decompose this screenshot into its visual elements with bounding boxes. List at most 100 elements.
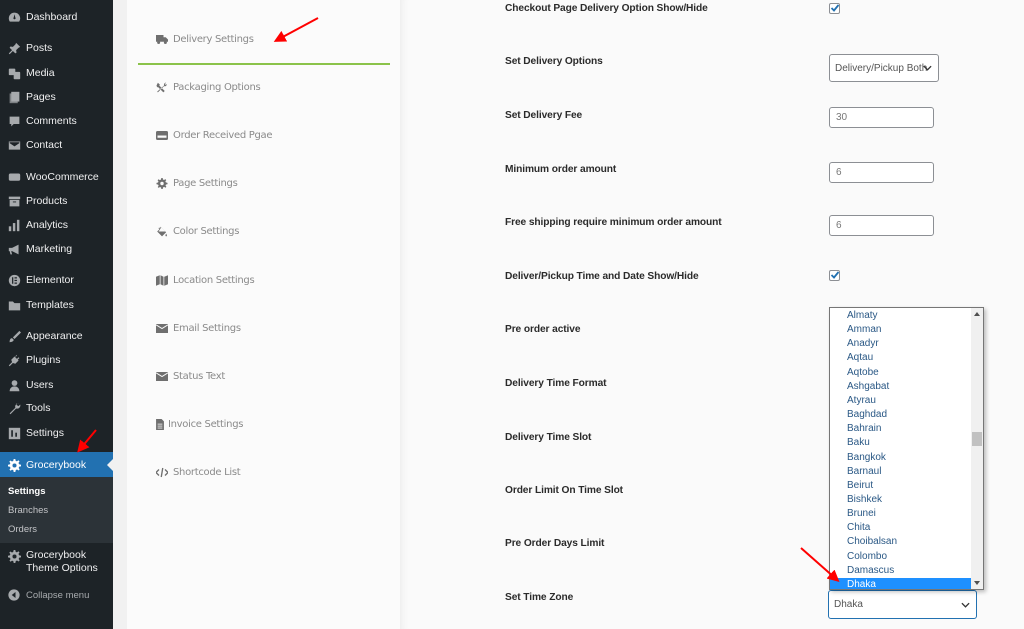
menu-item-marketing[interactable]: Marketing	[0, 237, 113, 261]
time-date-show-hide-checkbox[interactable]	[829, 270, 840, 281]
nav-item-status-text[interactable]: Status Text	[155, 371, 225, 382]
paint-bucket-icon	[155, 226, 169, 237]
file-icon	[155, 419, 164, 430]
time-zone-option[interactable]: Bishkek	[830, 493, 972, 507]
menu-item-elementor[interactable]: Elementor	[0, 268, 113, 292]
time-zone-option[interactable]: Damascus	[830, 564, 972, 578]
label-pre-order-days-limit: Pre Order Days Limit	[505, 538, 605, 549]
time-zone-option[interactable]: Aqtau	[830, 351, 972, 365]
menu-label: Comments	[26, 115, 77, 127]
bar-chart-icon	[0, 219, 26, 232]
time-zone-option[interactable]: Colombo	[830, 550, 972, 564]
time-zone-option[interactable]: Chita	[830, 521, 972, 535]
woocommerce-icon	[0, 171, 26, 184]
delivery-fee-input[interactable]: 30	[829, 107, 934, 128]
time-zone-option[interactable]: Aqtobe	[830, 366, 972, 380]
time-zone-option[interactable]: Baghdad	[830, 408, 972, 422]
nav-label: Order Received Pgae	[173, 130, 273, 141]
time-zone-option[interactable]: Bangkok	[830, 451, 972, 465]
nav-item-invoice-settings[interactable]: Invoice Settings	[155, 419, 243, 430]
menu-item-templates[interactable]: Templates	[0, 293, 113, 317]
nav-item-color-settings[interactable]: Color Settings	[155, 226, 239, 237]
collapse-menu-button[interactable]: Collapse menu	[0, 587, 113, 603]
checkout-delivery-option-checkbox[interactable]	[829, 3, 840, 14]
time-zone-option[interactable]: Bahrain	[830, 422, 972, 436]
time-zone-option[interactable]: Atyrau	[830, 394, 972, 408]
minimum-order-amount-input[interactable]: 6	[829, 162, 934, 183]
settings-icon	[0, 427, 26, 440]
settings-nav-panel: Delivery Settings Packaging Options Orde…	[127, 0, 400, 629]
checkmark-icon	[830, 4, 840, 12]
menu-item-users[interactable]: Users	[0, 373, 113, 397]
menu-item-analytics[interactable]: Analytics	[0, 213, 113, 237]
nav-item-location-settings[interactable]: Location Settings	[155, 275, 255, 286]
time-zone-option[interactable]: Anadyr	[830, 337, 972, 351]
menu-item-theme-options[interactable]: Grocerybook Theme Options	[0, 549, 113, 575]
time-zone-option[interactable]: Choibalsan	[830, 535, 972, 549]
theme-options-line1: Grocerybook	[26, 549, 87, 561]
time-zone-option[interactable]: Amman	[830, 323, 972, 337]
time-zone-option[interactable]: Baku	[830, 436, 972, 450]
time-zone-option[interactable]: Almaty	[830, 309, 972, 323]
time-zone-option[interactable]: Beirut	[830, 479, 972, 493]
megaphone-icon	[0, 243, 26, 256]
grocerybook-submenu: Settings Branches Orders	[0, 477, 113, 543]
menu-item-products[interactable]: Products	[0, 189, 113, 213]
time-zone-option[interactable]: Barnaul	[830, 465, 972, 479]
nav-item-packaging-options[interactable]: Packaging Options	[155, 82, 261, 93]
label-pre-order-active: Pre order active	[505, 324, 581, 335]
menu-item-dashboard[interactable]: Dashboard	[0, 5, 113, 29]
menu-label: Plugins	[26, 354, 61, 366]
nav-item-delivery-settings[interactable]: Delivery Settings	[155, 34, 254, 45]
menu-item-settings[interactable]: Settings	[0, 421, 113, 445]
chevron-down-icon	[961, 602, 970, 608]
label-set-time-zone: Set Time Zone	[505, 592, 574, 603]
menu-label: Appearance	[26, 330, 83, 342]
admin-sidebar: Dashboard Posts Media Pages Comments Con…	[0, 0, 113, 629]
nav-item-order-received-page[interactable]: Order Received Pgae	[155, 130, 273, 141]
nav-label: Invoice Settings	[168, 419, 244, 430]
time-zone-option[interactable]: Brunei	[830, 507, 972, 521]
comment-icon	[0, 115, 26, 128]
scrollbar-thumb[interactable]	[972, 432, 982, 446]
nav-item-shortcode-list[interactable]: Shortcode List	[155, 467, 241, 478]
free-shipping-minimum-input[interactable]: 6	[829, 215, 934, 236]
menu-item-media[interactable]: Media	[0, 61, 113, 85]
time-zone-dropdown-list[interactable]: Almaty Amman Anadyr Aqtau Aqtobe Ashgabat Atyr…	[829, 307, 984, 590]
select-value: Dhaka	[834, 599, 863, 610]
plug-icon	[0, 354, 26, 367]
nav-item-email-settings[interactable]: Email Settings	[155, 323, 241, 334]
menu-item-pages[interactable]: Pages	[0, 85, 113, 109]
nav-label: Page Settings	[173, 178, 238, 189]
menu-label: WooCommerce	[26, 171, 99, 183]
menu-label: Posts	[26, 42, 53, 54]
menu-item-contact[interactable]: Contact	[0, 133, 113, 157]
theme-options-line2: Theme Options	[26, 562, 98, 574]
menu-label: Grocerybook	[26, 459, 87, 471]
time-zone-option[interactable]: Ashgabat	[830, 380, 972, 394]
scroll-up-arrow-icon[interactable]	[974, 312, 980, 316]
dropdown-scrollbar[interactable]	[971, 308, 983, 589]
submenu-item-branches[interactable]: Branches	[8, 505, 48, 516]
time-zone-option-selected[interactable]: Dhaka	[830, 577, 972, 589]
scroll-down-arrow-icon[interactable]	[974, 581, 980, 585]
menu-item-woocommerce[interactable]: WooCommerce	[0, 165, 113, 189]
menu-item-comments[interactable]: Comments	[0, 109, 113, 133]
submenu-item-settings[interactable]: Settings	[8, 486, 45, 497]
time-zone-select[interactable]: Dhaka	[828, 590, 977, 619]
user-icon	[0, 379, 26, 392]
nav-item-page-settings[interactable]: Page Settings	[155, 178, 238, 189]
menu-item-plugins[interactable]: Plugins	[0, 348, 113, 372]
menu-item-posts[interactable]: Posts	[0, 36, 113, 60]
menu-item-grocerybook[interactable]: Grocerybook	[0, 452, 113, 478]
archive-icon	[0, 195, 26, 208]
delivery-options-select[interactable]: Delivery/Pickup Both	[829, 54, 939, 82]
menu-item-tools[interactable]: Tools	[0, 396, 113, 420]
menu-label: Analytics	[26, 219, 69, 231]
menu-label: Settings	[26, 427, 64, 439]
checkmark-icon	[830, 271, 840, 279]
menu-label: Products	[26, 195, 68, 207]
menu-item-appearance[interactable]: Appearance	[0, 324, 113, 348]
menu-label: Contact	[26, 139, 63, 151]
submenu-item-orders[interactable]: Orders	[8, 524, 37, 535]
